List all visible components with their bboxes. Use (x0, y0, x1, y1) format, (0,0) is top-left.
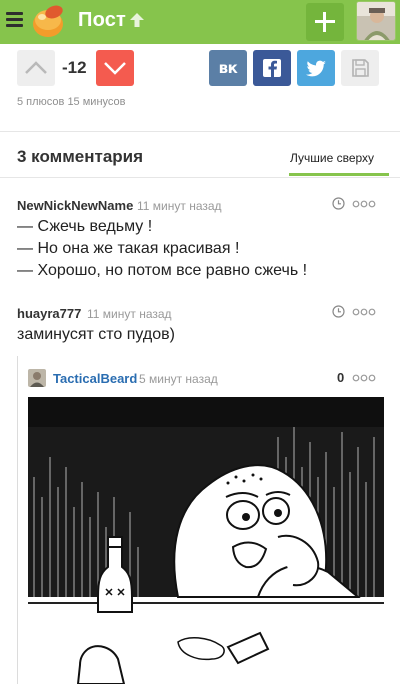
divider (0, 177, 400, 178)
more-options-icon[interactable] (352, 308, 376, 316)
save-icon (352, 59, 369, 77)
comment-time: 5 минут назад (139, 372, 218, 386)
comment-time: 11 минут назад (137, 199, 222, 213)
save-post-button[interactable] (341, 50, 379, 86)
comment-author[interactable]: huayra777 (17, 306, 81, 321)
avatar[interactable] (28, 369, 46, 387)
comment-author[interactable]: NewNickNewName (17, 198, 133, 213)
reply-thread-line (17, 356, 18, 684)
more-options-icon[interactable] (352, 374, 376, 382)
post-rating: -12 (62, 58, 87, 77)
share-twitter-button[interactable] (297, 50, 335, 86)
page-title: Пост (78, 9, 127, 31)
vk-icon: вк (218, 59, 238, 77)
rating-stats: 5 плюсов 15 минусов (17, 96, 126, 108)
share-facebook-button[interactable] (253, 50, 291, 86)
chevron-down-icon (104, 62, 126, 75)
clock-icon[interactable] (332, 197, 345, 210)
user-avatar[interactable] (356, 1, 396, 41)
chevron-up-icon (25, 61, 47, 74)
comment-text: заминусят сто пудов) (17, 326, 175, 343)
comment-text: — Сжечь ведьму ! — Но она же такая краси… (17, 216, 307, 282)
comments-count: 3 комментария (17, 147, 144, 166)
twitter-icon (306, 60, 326, 77)
facebook-icon (263, 59, 281, 77)
sort-tab-indicator (289, 173, 389, 176)
comment-line: — Хорошо, но потом все равно сжечь ! (17, 262, 308, 279)
comment-time: 11 минут назад (87, 307, 172, 321)
comment-author[interactable]: TacticalBeard (53, 371, 137, 386)
vote-up-button[interactable] (17, 50, 55, 86)
comment-image[interactable] (28, 397, 384, 684)
sort-best-tab[interactable]: Лучшие сверху (290, 151, 374, 165)
comment-line: — Сжечь ведьму ! (17, 218, 153, 235)
top-bar: Пост (0, 0, 400, 44)
share-vk-button[interactable]: вк (209, 50, 247, 86)
vote-down-button[interactable] (96, 50, 134, 86)
add-post-button[interactable] (306, 3, 344, 41)
more-options-icon[interactable] (352, 200, 376, 208)
comment-rating: 0 (337, 370, 345, 385)
clock-icon[interactable] (332, 305, 345, 318)
arrow-up-icon[interactable] (128, 11, 146, 29)
divider (0, 131, 400, 132)
menu-icon[interactable] (6, 12, 23, 27)
logo-icon[interactable] (29, 2, 69, 40)
comment-line: — Но она же такая красивая ! (17, 240, 240, 257)
